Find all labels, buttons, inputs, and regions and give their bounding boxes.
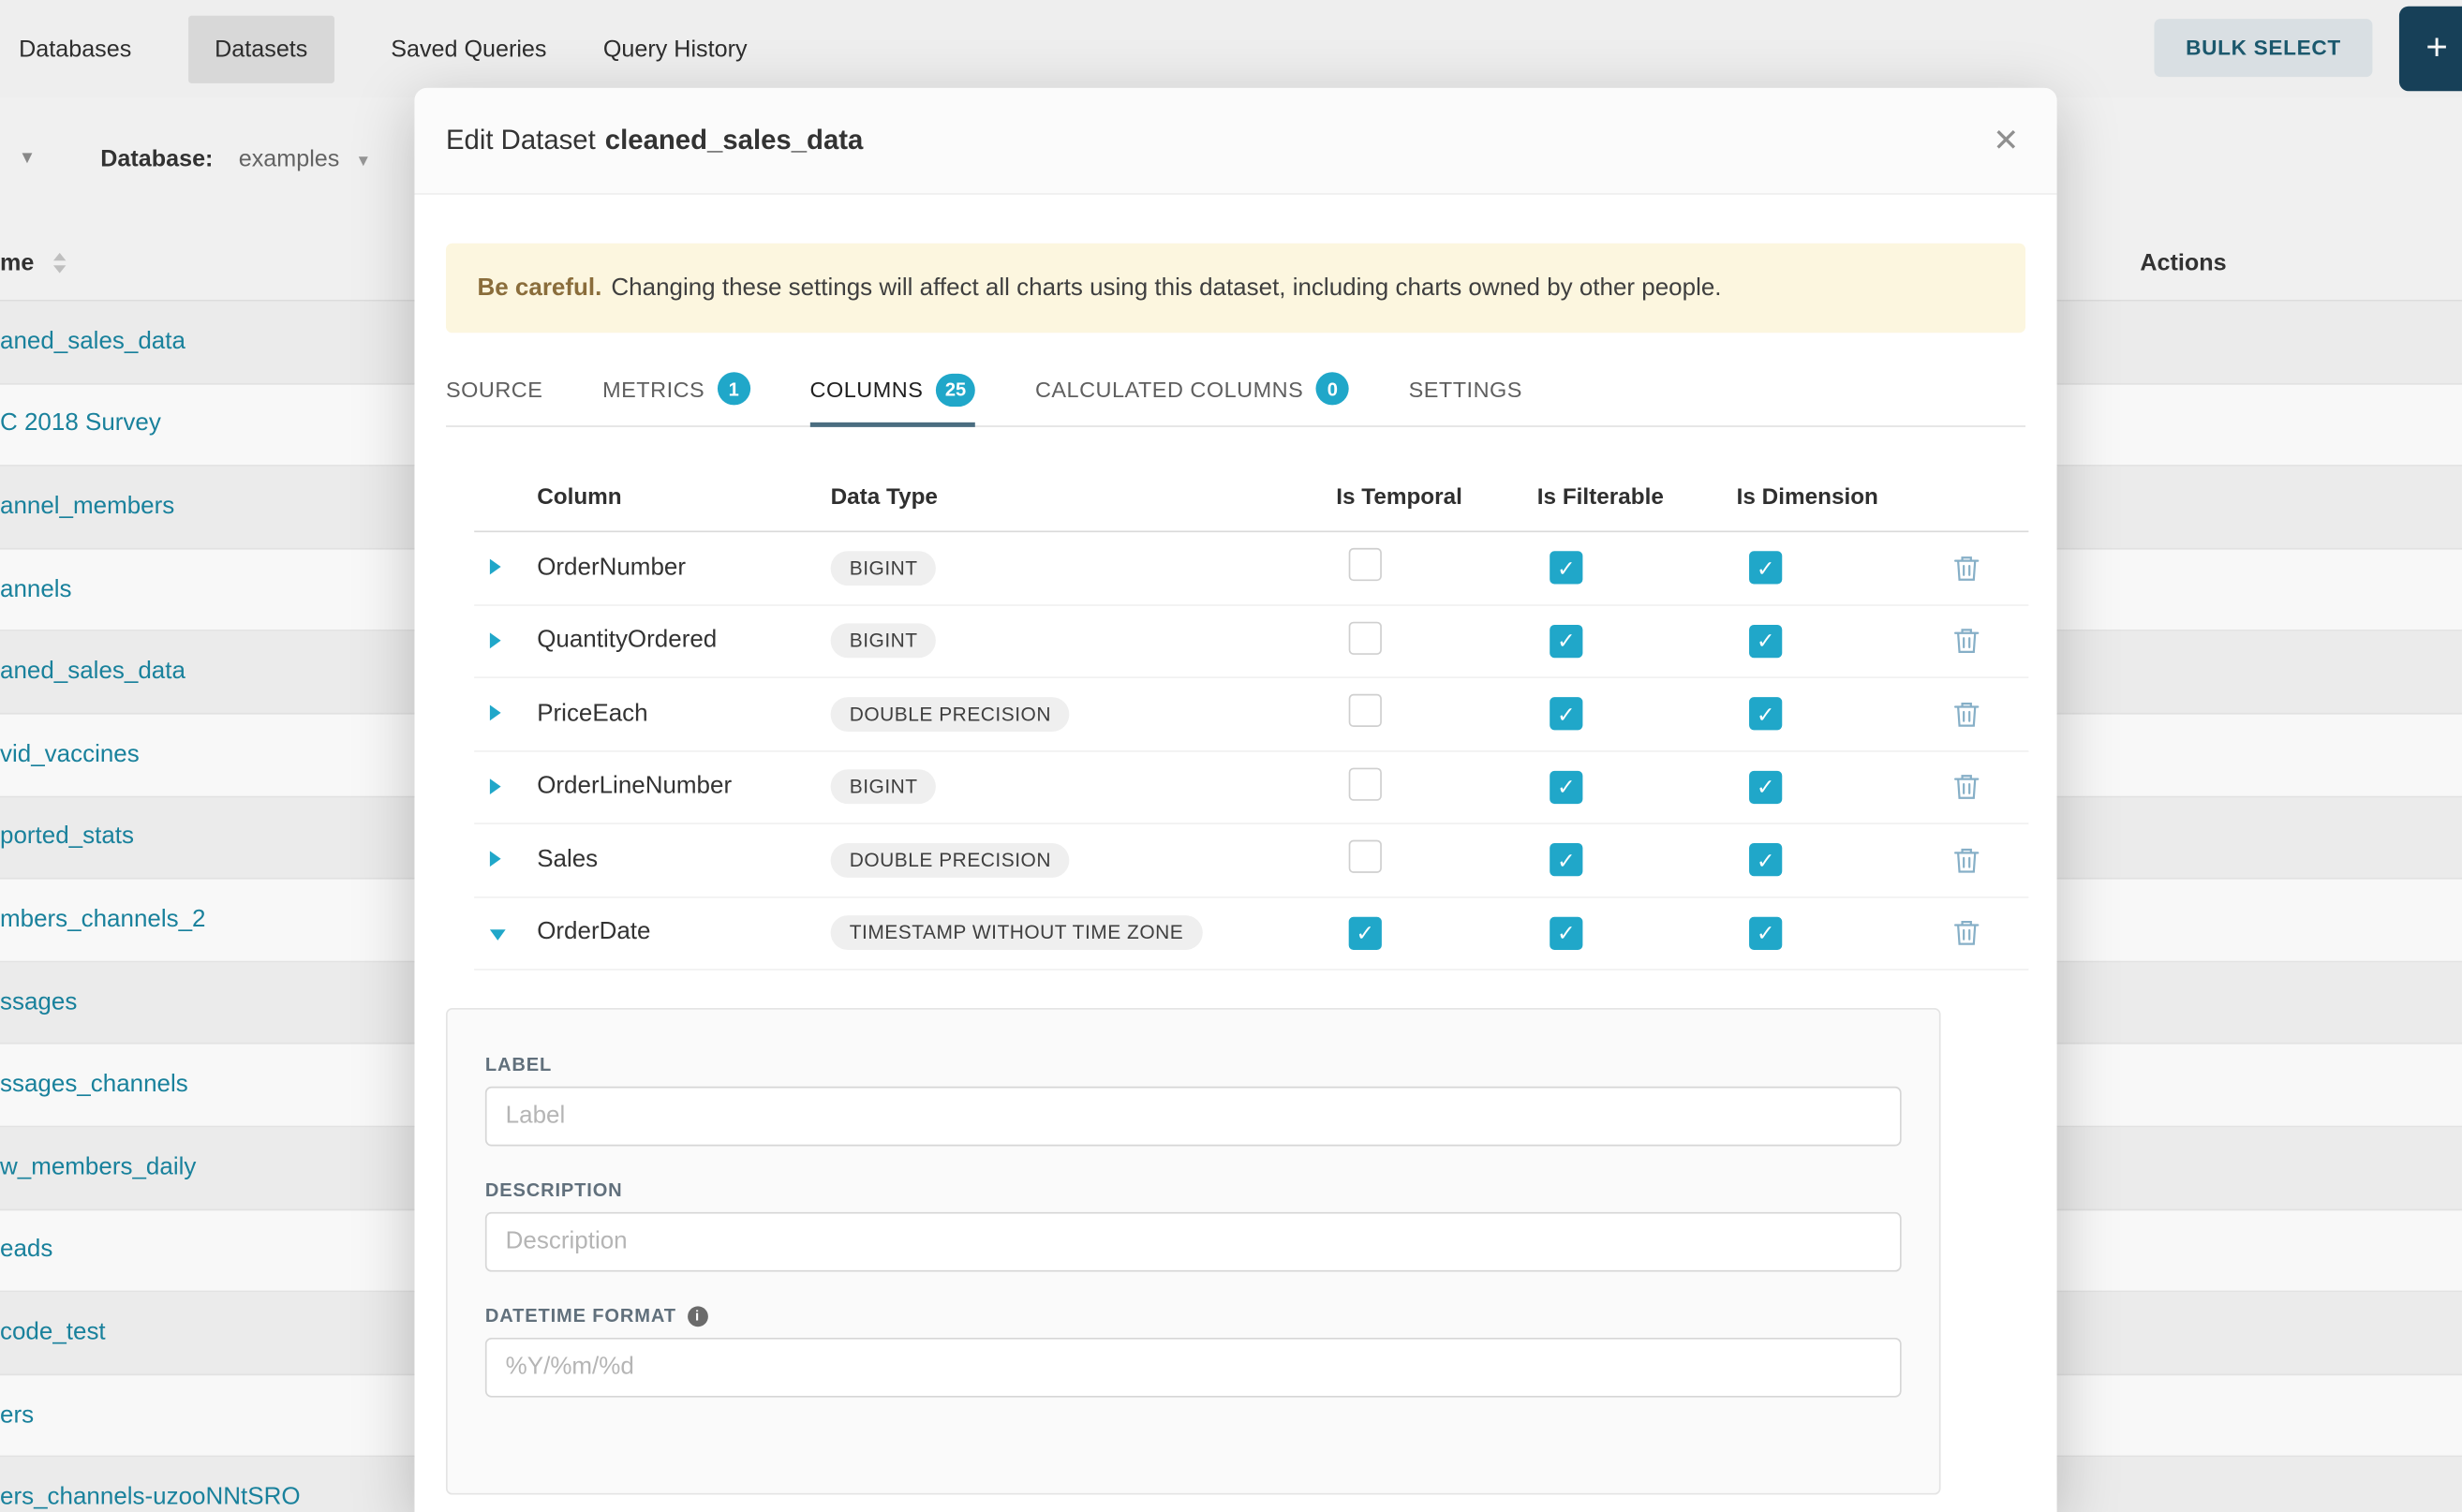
- warning-banner: Be careful. Changing these settings will…: [446, 244, 2025, 334]
- modal-tab[interactable]: COLUMNS 25: [810, 353, 976, 427]
- description-field-label-text: DESCRIPTION: [485, 1179, 623, 1201]
- modal-tab[interactable]: CALCULATED COLUMNS 0: [1035, 353, 1349, 425]
- modal-tabs: SOURCE METRICS 1 COLUMNS 25 CALCULATED C…: [446, 353, 2025, 427]
- columns-rows: OrderNumber BIGINT QuantityOrdered BIGIN…: [474, 532, 2028, 971]
- columns-header-row: Column Data Type Is Temporal Is Filterab…: [474, 463, 2028, 532]
- info-icon[interactable]: i: [688, 1306, 708, 1327]
- is-filterable-checkbox[interactable]: [1550, 625, 1582, 658]
- expand-caret-icon[interactable]: [490, 632, 501, 648]
- is-dimension-checkbox[interactable]: [1749, 770, 1782, 803]
- column-name: QuantityOrdered: [537, 627, 830, 655]
- delete-icon[interactable]: [1952, 919, 1979, 947]
- column-row: PriceEach DOUBLE PRECISION: [474, 678, 2028, 751]
- warning-bold-text: Be careful.: [478, 274, 602, 302]
- data-type-pill: DOUBLE PRECISION: [831, 697, 1071, 732]
- modal-tab[interactable]: SETTINGS: [1409, 353, 1522, 425]
- expand-caret-icon[interactable]: [490, 929, 506, 941]
- delete-icon[interactable]: [1952, 773, 1979, 801]
- data-type-header: Data Type: [831, 484, 1327, 510]
- is-dimension-checkbox[interactable]: [1749, 698, 1782, 731]
- modal-title-dataset-name: cleaned_sales_data: [605, 124, 864, 156]
- label-input[interactable]: [485, 1087, 1902, 1147]
- modal-tab-label: METRICS: [602, 376, 704, 401]
- expand-caret-icon[interactable]: [490, 778, 501, 794]
- label-field-label-text: LABEL: [485, 1054, 552, 1075]
- expand-caret-icon[interactable]: [490, 559, 501, 575]
- column-row: OrderDate TIMESTAMP WITHOUT TIME ZONE: [474, 897, 2028, 971]
- modal-header: Edit Dataset cleaned_sales_data ✕: [414, 88, 2056, 195]
- description-field-label: DESCRIPTION: [485, 1179, 1902, 1201]
- description-field: DESCRIPTION: [485, 1179, 1902, 1272]
- is-temporal-checkbox[interactable]: [1349, 694, 1382, 727]
- datetime-format-label-text: DATETIME FORMAT: [485, 1305, 676, 1327]
- modal-body: Be careful. Changing these settings will…: [414, 244, 2056, 1495]
- is-filterable-checkbox[interactable]: [1550, 552, 1582, 585]
- modal-tab-label: COLUMNS: [810, 377, 924, 402]
- modal-tab-label: CALCULATED COLUMNS: [1035, 376, 1303, 401]
- is-filterable-checkbox[interactable]: [1550, 770, 1582, 803]
- modal-tab[interactable]: SOURCE: [446, 353, 542, 425]
- warning-text: Changing these settings will affect all …: [611, 274, 1721, 302]
- column-row: Sales DOUBLE PRECISION: [474, 824, 2028, 897]
- is-temporal-checkbox[interactable]: [1349, 840, 1382, 873]
- is-temporal-checkbox[interactable]: [1349, 621, 1382, 654]
- label-field-label: LABEL: [485, 1054, 1902, 1075]
- is-filterable-checkbox[interactable]: [1550, 843, 1582, 876]
- modal-tab[interactable]: METRICS 1: [602, 353, 750, 425]
- column-header: Column: [537, 484, 830, 510]
- tab-count-badge: 1: [718, 372, 750, 405]
- description-input[interactable]: [485, 1212, 1902, 1272]
- label-field: LABEL: [485, 1054, 1902, 1147]
- is-filterable-checkbox[interactable]: [1550, 698, 1582, 731]
- expand-caret-icon[interactable]: [490, 705, 501, 721]
- tab-count-badge: 0: [1316, 372, 1349, 405]
- datetime-format-field: DATETIME FORMAT i: [485, 1305, 1902, 1398]
- is-filterable-checkbox[interactable]: [1550, 916, 1582, 949]
- data-type-pill: DOUBLE PRECISION: [831, 843, 1071, 878]
- modal-title: Edit Dataset cleaned_sales_data: [446, 124, 863, 156]
- edit-dataset-modal: Edit Dataset cleaned_sales_data ✕ Be care…: [414, 88, 2056, 1512]
- modal-tab-label: SETTINGS: [1409, 376, 1522, 401]
- modal-title-prefix: Edit Dataset: [446, 124, 596, 156]
- column-row: OrderLineNumber BIGINT: [474, 751, 2028, 824]
- data-type-pill: BIGINT: [831, 770, 937, 805]
- is-dimension-header: Is Dimension: [1728, 484, 1932, 510]
- is-dimension-checkbox[interactable]: [1749, 916, 1782, 949]
- delete-icon[interactable]: [1952, 627, 1979, 655]
- column-detail-panel: LABEL DESCRIPTION DATETIME FORMAT i: [446, 1008, 1941, 1495]
- is-temporal-checkbox[interactable]: [1349, 767, 1382, 800]
- delete-icon[interactable]: [1952, 700, 1979, 728]
- modal-tab-label: SOURCE: [446, 376, 542, 401]
- datetime-format-input[interactable]: [485, 1338, 1902, 1398]
- column-name: OrderLineNumber: [537, 773, 830, 801]
- is-temporal-header: Is Temporal: [1327, 484, 1528, 510]
- delete-icon[interactable]: [1952, 554, 1979, 582]
- delete-icon[interactable]: [1952, 846, 1979, 874]
- close-icon[interactable]: ✕: [1993, 125, 2019, 156]
- datetime-format-field-label: DATETIME FORMAT i: [485, 1305, 1902, 1327]
- tab-count-badge: 25: [936, 373, 976, 406]
- columns-table: Column Data Type Is Temporal Is Filterab…: [474, 463, 2028, 970]
- data-type-pill: TIMESTAMP WITHOUT TIME ZONE: [831, 916, 1203, 951]
- is-dimension-checkbox[interactable]: [1749, 552, 1782, 585]
- is-temporal-checkbox[interactable]: [1349, 916, 1382, 949]
- column-row: QuantityOrdered BIGINT: [474, 605, 2028, 678]
- column-name: Sales: [537, 846, 830, 874]
- column-name: OrderDate: [537, 919, 830, 947]
- is-filterable-header: Is Filterable: [1528, 484, 1728, 510]
- column-name: PriceEach: [537, 700, 830, 728]
- app-root: Databases Datasets Saved Queries Query H…: [0, 0, 2462, 1512]
- data-type-pill: BIGINT: [831, 624, 937, 659]
- is-temporal-checkbox[interactable]: [1349, 548, 1382, 581]
- data-type-pill: BIGINT: [831, 551, 937, 586]
- expand-caret-icon[interactable]: [490, 852, 501, 867]
- column-name: OrderNumber: [537, 554, 830, 582]
- is-dimension-checkbox[interactable]: [1749, 625, 1782, 658]
- is-dimension-checkbox[interactable]: [1749, 843, 1782, 876]
- column-row: OrderNumber BIGINT: [474, 532, 2028, 605]
